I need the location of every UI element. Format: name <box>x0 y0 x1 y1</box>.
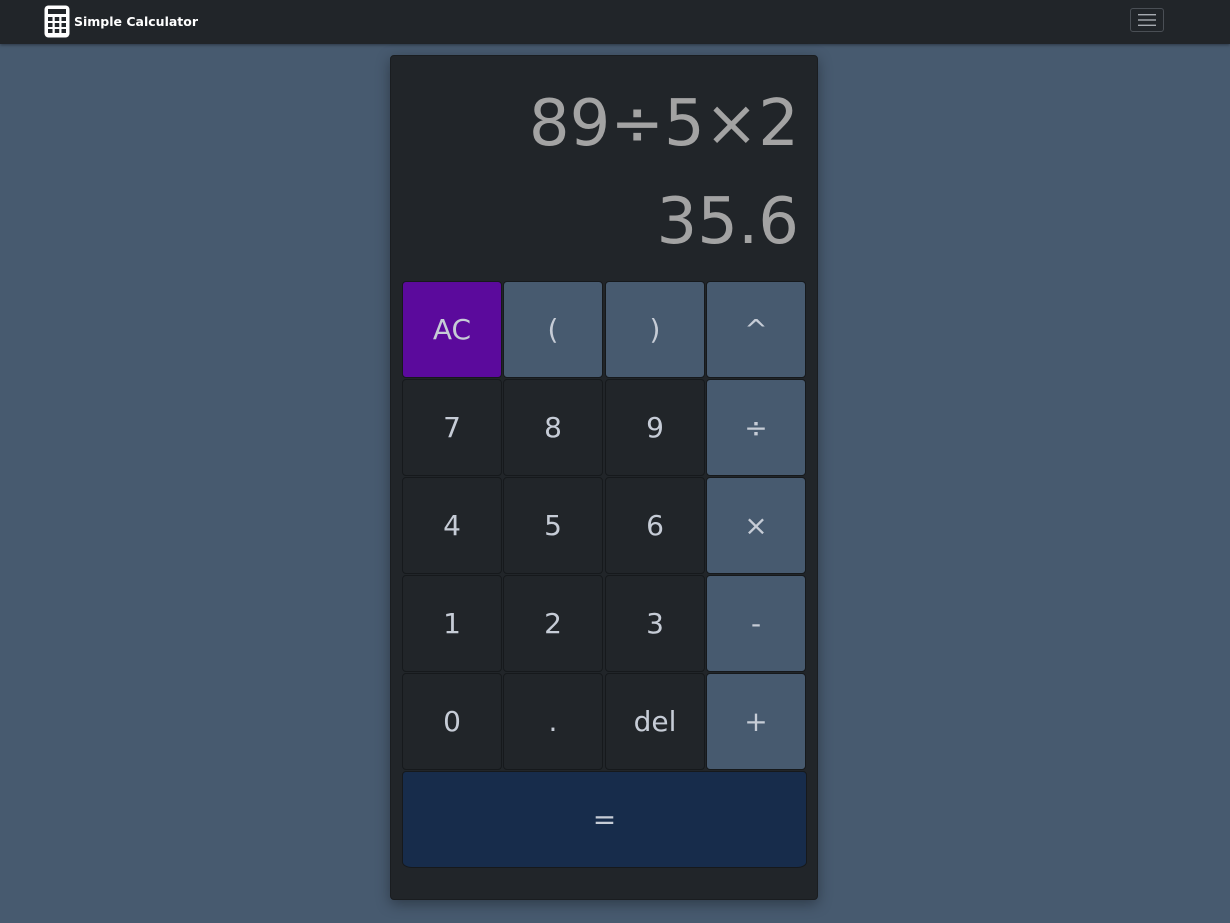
digit-1-button[interactable]: 1 <box>402 575 502 672</box>
menu-toggle-button[interactable] <box>1130 8 1164 32</box>
digit-6-button[interactable]: 6 <box>605 477 705 574</box>
navbar: Simple Calculator <box>0 0 1230 44</box>
digit-8-button[interactable]: 8 <box>503 379 603 476</box>
brand[interactable]: Simple Calculator <box>44 4 198 38</box>
add-button[interactable]: + <box>706 673 806 770</box>
clear-all-button[interactable]: AC <box>402 281 502 378</box>
digit-9-button[interactable]: 9 <box>605 379 705 476</box>
open-paren-button[interactable]: ( <box>503 281 603 378</box>
digit-0-button[interactable]: 0 <box>402 673 502 770</box>
calculator: 89÷5×2 35.6 AC ( ) ^ 7 8 9 ÷ 4 5 6 × 1 2… <box>390 55 818 900</box>
digit-4-button[interactable]: 4 <box>402 477 502 574</box>
expression-display: 89÷5×2 <box>528 87 799 161</box>
delete-button[interactable]: del <box>605 673 705 770</box>
calculator-icon <box>44 5 70 37</box>
result-display: 35.6 <box>656 185 800 259</box>
brand-title: Simple Calculator <box>74 13 199 29</box>
digit-2-button[interactable]: 2 <box>503 575 603 672</box>
digit-5-button[interactable]: 5 <box>503 477 603 574</box>
digit-7-button[interactable]: 7 <box>402 379 502 476</box>
divide-button[interactable]: ÷ <box>706 379 806 476</box>
digit-3-button[interactable]: 3 <box>605 575 705 672</box>
equals-button[interactable]: = <box>402 771 807 868</box>
multiply-button[interactable]: × <box>706 477 806 574</box>
hamburger-menu-icon <box>1138 14 1156 26</box>
power-button[interactable]: ^ <box>706 281 806 378</box>
subtract-button[interactable]: - <box>706 575 806 672</box>
decimal-point-button[interactable]: . <box>503 673 603 770</box>
close-paren-button[interactable]: ) <box>605 281 705 378</box>
